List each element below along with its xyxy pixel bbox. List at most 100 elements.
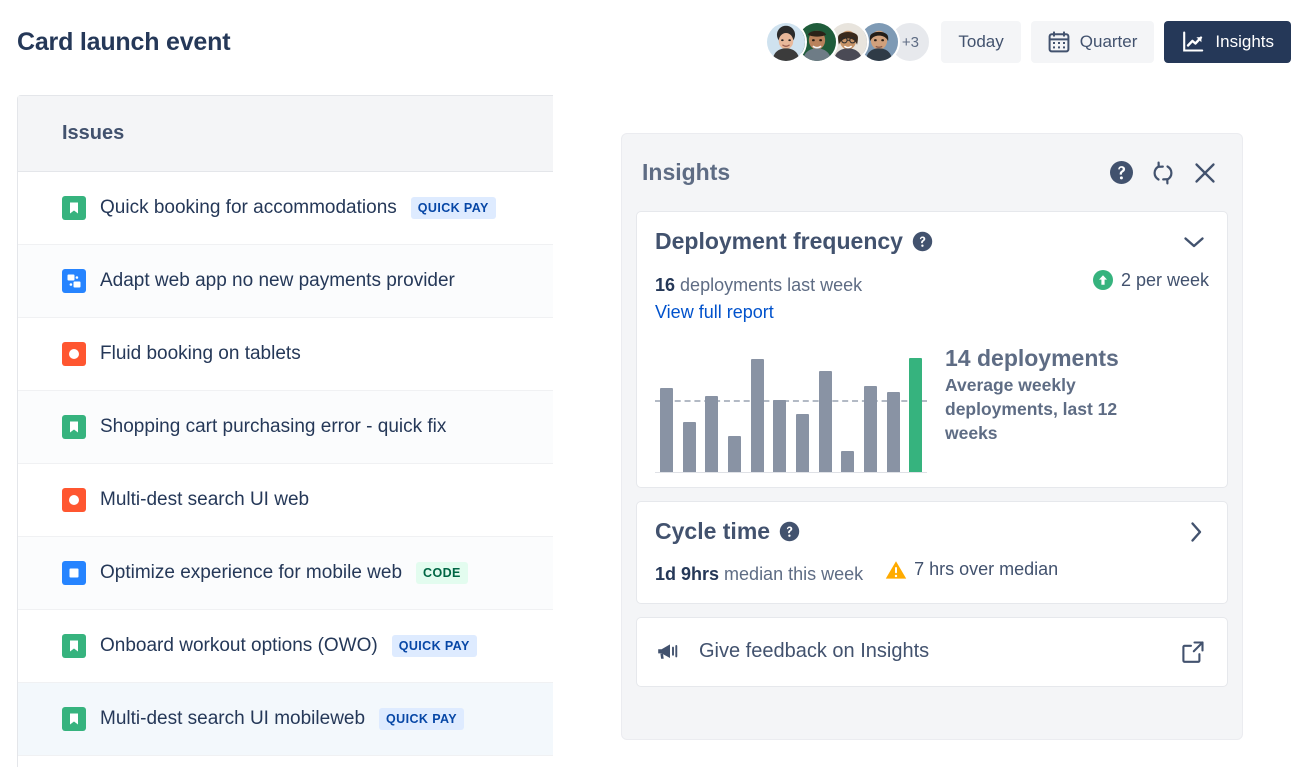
cycle-time-warning-text: 7 hrs over median — [914, 559, 1058, 580]
deployment-frequency-trend: 2 per week — [1092, 269, 1209, 291]
today-button-label: Today — [958, 32, 1003, 52]
chart-bar — [796, 414, 809, 472]
insights-panel: Insights — [621, 133, 1243, 740]
issue-tag[interactable]: QUICK PAY — [392, 635, 477, 657]
give-feedback-button[interactable]: Give feedback on Insights — [636, 617, 1228, 687]
chart-bar-slot — [768, 343, 791, 472]
deployment-frequency-stat-label: deployments last week — [680, 275, 862, 295]
issues-column-title: Issues — [62, 122, 124, 145]
story-icon — [62, 196, 86, 220]
insights-panel-title: Insights — [642, 159, 730, 186]
give-feedback-label: Give feedback on Insights — [699, 640, 929, 663]
insights-button[interactable]: Insights — [1164, 21, 1291, 63]
story-icon — [62, 707, 86, 731]
chart-bar — [819, 371, 832, 472]
calendar-icon — [1048, 31, 1070, 53]
chart-bar-slot — [904, 343, 927, 472]
avatar-group[interactable]: +3 — [765, 21, 931, 63]
cycle-time-stat-value: 1d 9hrs — [655, 564, 719, 584]
chart-bar-slot — [700, 343, 723, 472]
deployment-frequency-stats: 16 deployments last week 2 per week — [655, 269, 1209, 296]
cycle-time-stat-label: median this week — [724, 564, 863, 584]
chart-bar — [841, 451, 854, 472]
cycle-time-header: Cycle time — [655, 518, 1209, 545]
bug-icon — [62, 488, 86, 512]
view-full-report-link[interactable]: View full report — [655, 302, 774, 323]
top-bar-actions: +3 Today Quarter — [765, 21, 1291, 63]
refresh-icon[interactable] — [1148, 158, 1178, 188]
issue-title: Onboard workout options (OWO) — [100, 635, 378, 657]
chart-bar — [751, 359, 764, 472]
chart-bar-slot — [791, 343, 814, 472]
quarter-button[interactable]: Quarter — [1031, 21, 1155, 63]
bug-icon — [62, 342, 86, 366]
cycle-time-card[interactable]: Cycle time 1d 9hrs median this week — [636, 501, 1228, 604]
chart-annotation: 14 deployments Average weekly deployment… — [945, 343, 1160, 473]
chart-bar — [705, 396, 718, 472]
deployment-frequency-card[interactable]: Deployment frequency 16 deployments last… — [636, 211, 1228, 488]
chart-bar-slot — [678, 343, 701, 472]
chart-bar-slot — [746, 343, 769, 472]
issue-tag[interactable]: CODE — [416, 562, 468, 584]
cycle-time-stats: 1d 9hrs median this week 7 hrs over medi… — [655, 559, 1209, 585]
give-feedback-left: Give feedback on Insights — [655, 640, 929, 663]
chevron-right-icon[interactable] — [1189, 521, 1209, 543]
help-icon[interactable] — [779, 521, 800, 542]
arrow-up-circle-icon — [1092, 269, 1114, 291]
megaphone-icon — [655, 641, 681, 663]
chart-bar-highlighted — [909, 358, 922, 472]
issue-title: Adapt web app no new payments provider — [100, 270, 455, 292]
issue-tag[interactable]: QUICK PAY — [379, 708, 464, 730]
chart-bars — [655, 343, 927, 472]
chart-bar-slot — [814, 343, 837, 472]
deployment-frequency-chart — [655, 343, 927, 473]
chart-baseline — [655, 472, 927, 473]
issue-title: Multi-dest search UI web — [100, 489, 309, 511]
page-title: Card launch event — [17, 28, 230, 57]
insights-panel-actions — [1106, 158, 1220, 188]
insights-button-label: Insights — [1215, 32, 1274, 52]
chevron-down-icon[interactable] — [1183, 235, 1209, 249]
deployment-frequency-trend-text: 2 per week — [1121, 270, 1209, 291]
story-icon — [62, 634, 86, 658]
issue-title: Shopping cart purchasing error - quick f… — [100, 416, 446, 438]
cycle-time-title: Cycle time — [655, 518, 770, 545]
today-button[interactable]: Today — [941, 21, 1020, 63]
issue-title: Quick booking for accommodations — [100, 197, 397, 219]
deployment-frequency-chart-row: 14 deployments Average weekly deployment… — [655, 343, 1209, 473]
close-icon[interactable] — [1190, 158, 1220, 188]
chart-bar-slot — [723, 343, 746, 472]
issue-title: Optimize experience for mobile web — [100, 562, 402, 584]
issue-title: Multi-dest search UI mobileweb — [100, 708, 365, 730]
chart-bar-slot — [655, 343, 678, 472]
issue-tag[interactable]: QUICK PAY — [411, 197, 496, 219]
deployment-frequency-stat: 16 deployments last week — [655, 275, 862, 296]
chart-bar — [773, 400, 786, 472]
cycle-time-warning: 7 hrs over median — [885, 559, 1058, 580]
app-root: Card launch event +3 Today — [0, 0, 1307, 767]
chart-average-value: 14 deployments — [945, 345, 1160, 371]
warning-icon — [885, 560, 907, 580]
help-icon[interactable] — [1106, 158, 1136, 188]
task-icon — [62, 561, 86, 585]
external-link-icon[interactable] — [1181, 640, 1205, 664]
cycle-time-title-group: Cycle time — [655, 518, 800, 545]
chart-bar — [683, 422, 696, 472]
deployment-frequency-title-group: Deployment frequency — [655, 228, 933, 255]
insights-overlay: Insights — [553, 95, 1307, 767]
deployment-frequency-stat-value: 16 — [655, 275, 675, 295]
chart-bar-slot — [836, 343, 859, 472]
chart-bar — [864, 386, 877, 472]
deployment-frequency-title: Deployment frequency — [655, 228, 903, 255]
chart-average-description: Average weekly deployments, last 12 week… — [945, 374, 1160, 445]
insights-chart-icon — [1181, 30, 1205, 54]
insights-panel-header: Insights — [622, 134, 1242, 211]
top-bar: Card launch event +3 Today — [0, 0, 1307, 88]
subtask-icon — [62, 269, 86, 293]
chart-bar-slot — [859, 343, 882, 472]
help-icon[interactable] — [912, 231, 933, 252]
chart-bar-slot — [882, 343, 905, 472]
cycle-time-stat: 1d 9hrs median this week — [655, 564, 863, 585]
chart-bar — [887, 392, 900, 472]
issue-title: Fluid booking on tablets — [100, 343, 301, 365]
